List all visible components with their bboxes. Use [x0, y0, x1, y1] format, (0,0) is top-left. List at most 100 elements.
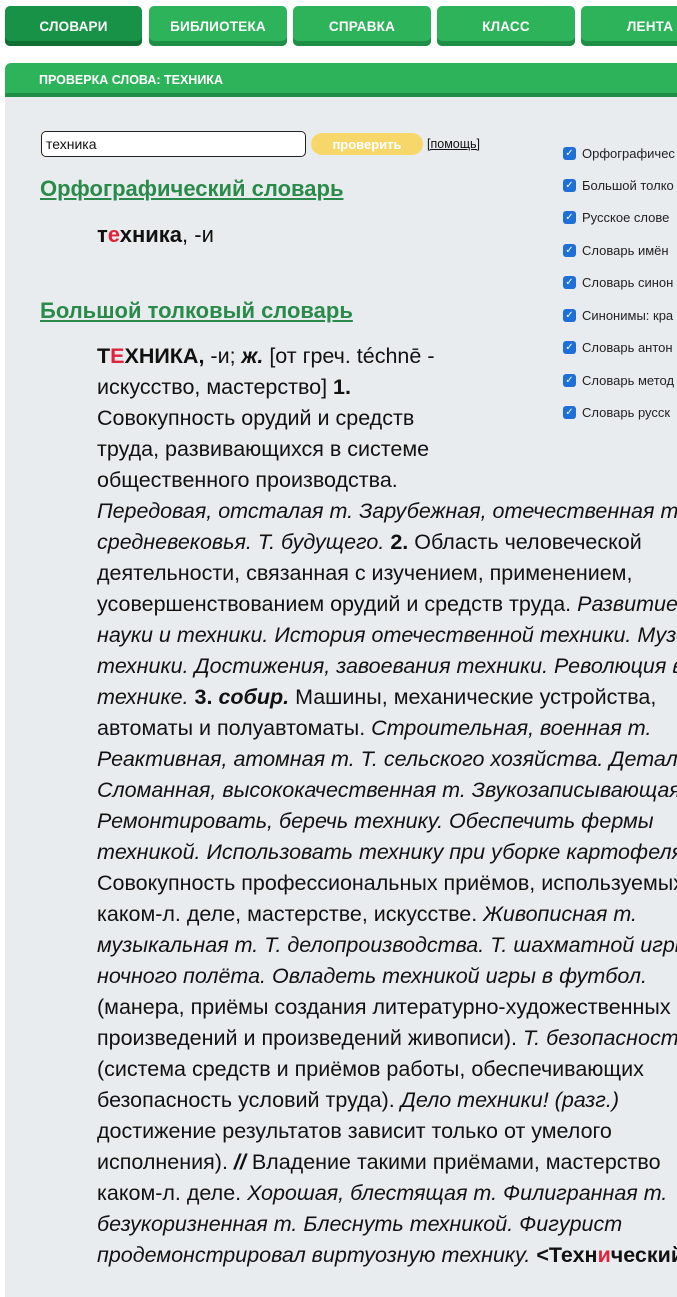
entry-segment: ж.: [241, 344, 264, 368]
entry-line: Передовая, отсталая т. Зарубежная, отече…: [97, 496, 677, 527]
tab-feed[interactable]: ЛЕНТА: [581, 6, 677, 46]
tab-dictionaries[interactable]: СЛОВАРИ: [5, 6, 142, 46]
entry-line: достижение результатов зависит только от…: [97, 1116, 677, 1147]
orthographic-dictionary-title[interactable]: Орфографический словарь: [40, 176, 343, 202]
entry-segment: науки и техники. История отечественной т…: [97, 623, 677, 647]
entry-segment: ночного полёта. Овладеть техникой игры в…: [97, 964, 647, 988]
checkbox-checked-icon[interactable]: ✓: [563, 243, 576, 257]
dictionary-option-label: Орфографичес: [582, 145, 675, 161]
entry-segment: Машины, механические устройства,: [289, 685, 657, 709]
entry-segment: Е: [110, 344, 125, 368]
entry-segment: усовершенствованием орудий и средств тру…: [97, 592, 578, 616]
entry-segment: безукоризненная т. Блеснуть техникой. Фи…: [97, 1212, 623, 1236]
entry-line: каком-л. деле. Хорошая, блестящая т. Фил…: [97, 1178, 677, 1209]
entry-segment: Хорошая, блестящая т. Филигранная т.: [247, 1181, 668, 1205]
entry-segment: каком-л. деле.: [97, 1181, 248, 1205]
entry-line: Сломанная, высококачественная т. Звукоза…: [97, 775, 677, 806]
page-subtitle: ПРОВЕРКА СЛОВА: ТЕХНИКА: [39, 73, 223, 87]
stressed-letter: е: [107, 222, 120, 247]
entry-segment: Живописная т.: [483, 902, 637, 926]
entry-line: (манера, приёмы создания литературно-худ…: [97, 992, 677, 1023]
entry-segment: собир.: [218, 685, 290, 709]
entry-segment: 2.: [390, 530, 409, 554]
entry-line: технике. 3. собир. Машины, механические …: [97, 682, 677, 713]
headword-part: т: [97, 222, 108, 247]
entry-segment: -и;: [204, 344, 242, 368]
entry-segment: технике.: [97, 685, 195, 709]
dictionary-option[interactable]: ✓ Словарь имён: [563, 240, 677, 260]
top-navigation: СЛОВАРИ БИБЛИОТЕКА СПРАВКА КЛАСС ЛЕНТА: [0, 0, 677, 52]
headword-part: хника: [119, 222, 183, 247]
entry-segment: Т: [97, 344, 111, 368]
checkbox-checked-icon[interactable]: ✓: [563, 210, 576, 224]
entry-segment: Дело техники! (разг.): [400, 1088, 620, 1112]
entry-line: науки и техники. История отечественной т…: [97, 620, 677, 651]
tab-reference[interactable]: СПРАВКА: [293, 6, 431, 46]
entry-line: каком-л. деле, мастерстве, искусстве. Жи…: [97, 899, 677, 930]
entry-line: Совокупность профессиональных приёмов, и…: [97, 868, 677, 899]
entry-line: ночного полёта. Овладеть техникой игры в…: [97, 961, 677, 992]
entry-segment: 1.: [333, 375, 351, 399]
tab-class[interactable]: КЛАСС: [437, 6, 575, 46]
entry-line: музыкальная т. Т. делопроизводства. Т. ш…: [97, 930, 677, 961]
entry-line: безопасность условий труда). Дело техник…: [97, 1085, 677, 1116]
entry-line: исполнения). // Владение такими приёмами…: [97, 1147, 677, 1178]
entry-line: искусство, мастерство] 1.: [97, 372, 677, 403]
entry-line: средневековья. Т. будущего. 2. Область ч…: [97, 527, 677, 558]
entry-line: деятельности, связанная с изучением, при…: [97, 558, 677, 589]
big-dictionary-title[interactable]: Большой толковый словарь: [40, 298, 353, 324]
entry-segment: Ремонтировать, беречь технику. Обеспечит…: [97, 809, 654, 833]
dictionary-option[interactable]: ✓ Синонимы: кра: [563, 305, 677, 325]
dictionary-option[interactable]: ✓ Орфографичес: [563, 143, 677, 163]
entry-line: ТЕХНИКА, -и; ж. [от греч. téchnē -: [97, 341, 677, 372]
dictionary-option[interactable]: ✓ Словарь синон: [563, 272, 677, 292]
check-button[interactable]: проверить: [311, 133, 423, 155]
checkbox-checked-icon[interactable]: ✓: [563, 178, 576, 192]
checkbox-checked-icon[interactable]: ✓: [563, 308, 576, 322]
entry-segment: <Техн: [536, 1243, 598, 1267]
entry-segment: продемонстрировал виртуозную технику.: [97, 1243, 537, 1267]
dictionary-option[interactable]: ✓ Русское слове: [563, 207, 677, 227]
dictionary-option-label: Словарь синон: [582, 274, 674, 290]
entry-line: техникой. Использовать технику при уборк…: [97, 837, 677, 868]
entry-segment: произведений и произведений живописи).: [97, 1026, 523, 1050]
entry-segment: техники. Достижения, завоевания техники.…: [97, 654, 677, 678]
entry-segment: достижение результатов зависит только от…: [97, 1119, 612, 1143]
dictionary-option-label: Русское слове: [582, 209, 670, 225]
entry-segment: (система средств и приёмов работы, обесп…: [97, 1057, 644, 1081]
entry-segment: Т. безопасности: [522, 1026, 677, 1050]
entry-line: общественного производства.: [97, 465, 677, 496]
checkbox-checked-icon[interactable]: ✓: [563, 146, 576, 160]
dictionary-option-label: Большой толко: [582, 177, 674, 193]
entry-segment: Реактивная, атомная т. Т. сельского хозя…: [97, 747, 677, 771]
entry-line: усовершенствованием орудий и средств тру…: [97, 589, 677, 620]
entry-segment: искусство, мастерство]: [97, 375, 334, 399]
tab-library[interactable]: БИБЛИОТЕКА: [149, 6, 287, 46]
entry-segment: каком-л. деле, мастерстве, искусстве.: [97, 902, 484, 926]
search-input[interactable]: [41, 131, 306, 157]
dictionary-option[interactable]: ✓ Большой толко: [563, 175, 677, 195]
help-link[interactable]: [помощь]: [427, 137, 480, 151]
orthographic-entry: техника, -и: [97, 222, 214, 248]
entry-line: автоматы и полуавтоматы. Строительная, в…: [97, 713, 677, 744]
entry-segment: общественного производства.: [97, 468, 398, 492]
entry-segment: Область человеческой: [408, 530, 642, 554]
entry-segment: [от греч. téchnē -: [263, 344, 435, 368]
entry-segment: Строительная, военная т.: [371, 716, 652, 740]
checkbox-checked-icon[interactable]: ✓: [563, 275, 576, 289]
entry-segment: и: [597, 1243, 611, 1267]
entry-line: труда, развивающихся в системе: [97, 434, 677, 465]
entry-line: безукоризненная т. Блеснуть техникой. Фи…: [97, 1209, 677, 1240]
entry-segment: Развитие: [577, 592, 677, 616]
entry-line: Ремонтировать, беречь технику. Обеспечит…: [97, 806, 677, 837]
entry-segment: Владение такими приёмами, мастерство: [245, 1150, 661, 1174]
entry-line: произведений и произведений живописи). Т…: [97, 1023, 677, 1054]
entry-segment: безопасность условий труда).: [97, 1088, 401, 1112]
entry-line: техники. Достижения, завоевания техники.…: [97, 651, 677, 682]
entry-line: (система средств и приёмов работы, обесп…: [97, 1054, 677, 1085]
big-dictionary-entry: ТЕХНИКА, -и; ж. [от греч. téchnē - искусс…: [97, 341, 677, 1271]
entry-segment: Совокупность орудий и средств: [97, 406, 415, 430]
entry-line: Совокупность орудий и средств: [97, 403, 677, 434]
dictionary-option-label: Синонимы: кра: [582, 307, 674, 323]
entry-segment: (манера, приёмы создания литературно-худ…: [97, 995, 671, 1019]
